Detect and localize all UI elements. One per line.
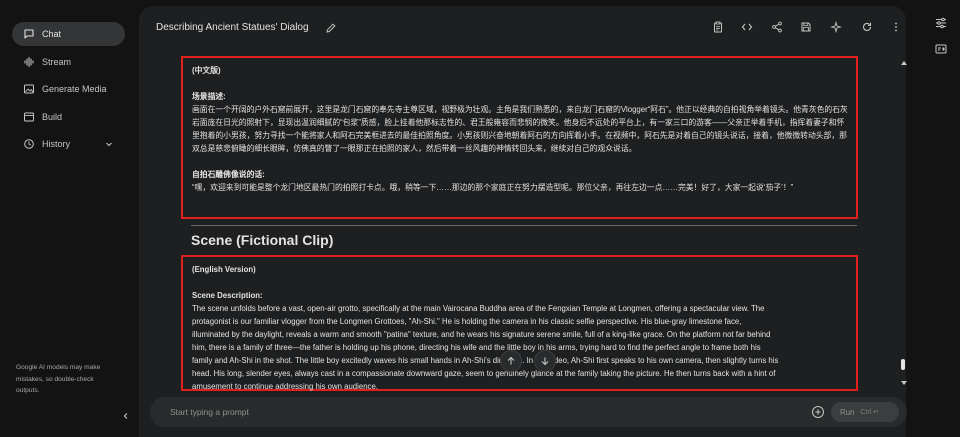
- get-code-button[interactable]: [740, 20, 754, 34]
- section-heading: Scene (Fictional Clip): [191, 232, 334, 248]
- sidebar-item-label: History: [42, 139, 71, 149]
- sidebar-item-history[interactable]: History: [12, 132, 125, 156]
- run-label: Run: [840, 407, 855, 417]
- pencil-icon: [326, 23, 336, 33]
- clipboard-button[interactable]: [711, 20, 725, 34]
- chevron-left-icon: [123, 413, 128, 419]
- refresh-icon: [863, 22, 872, 31]
- speech-label: 自拍石雕佛像说的话:: [192, 170, 265, 179]
- more-options-button[interactable]: [889, 20, 903, 34]
- clipboard-icon: [714, 21, 722, 33]
- triangle-up-icon: [901, 61, 907, 65]
- share-button[interactable]: [770, 20, 784, 34]
- scene-line: head. His long, slender eyes, always cas…: [192, 369, 776, 378]
- scene-line: illuminated by the daylight, reveals a w…: [192, 330, 771, 339]
- sidebar-item-stream[interactable]: Stream: [12, 50, 125, 74]
- scene-text: 画面在一个开阔的户外石窟前展开，这里是龙门石窟的奉先寺主尊区域，视野极为壮观。主…: [192, 105, 848, 153]
- sidebar-item-build[interactable]: Build: [12, 105, 125, 129]
- sidebar-item-label: Chat: [42, 29, 62, 39]
- more-vert-icon: [895, 22, 897, 32]
- version-label: (中文版): [192, 66, 221, 75]
- scene-line: amusement to continue addressing his own…: [192, 382, 378, 391]
- arrow-up-icon: [507, 356, 515, 365]
- scroll-down-button[interactable]: [899, 375, 909, 385]
- scene-line: him, there is a family of three—the fath…: [192, 343, 761, 352]
- sidebar-item-label: Generate Media: [42, 84, 107, 94]
- scene-line: protagonist is our familiar vlogger from…: [192, 317, 742, 326]
- compare-button[interactable]: [829, 20, 843, 34]
- save-button[interactable]: [799, 20, 813, 34]
- code-icon: [741, 23, 753, 31]
- build-icon: [23, 111, 35, 123]
- sparkle-icon: [830, 21, 842, 33]
- image-icon: [23, 83, 35, 95]
- chinese-version-block: (中文版) 场景描述: 画面在一个开阔的户外石窟前展开，这里是龙门石窟的奉先寺主…: [181, 56, 858, 219]
- run-button[interactable]: Run Ctrl ↵: [831, 402, 899, 422]
- run-settings-button[interactable]: [934, 16, 948, 30]
- english-version-block: (English Version) Scene Description: The…: [181, 255, 858, 391]
- sidebar-item-chat[interactable]: Chat: [12, 22, 125, 46]
- tune-icon: [936, 17, 946, 29]
- share-icon: [772, 21, 782, 33]
- scene-label: 场景描述:: [192, 92, 226, 101]
- chat-header: Describing Ancient Statues' Dialog: [139, 6, 906, 46]
- save-icon: [801, 22, 811, 32]
- version-label: (English Version): [192, 265, 256, 274]
- prompt-input[interactable]: [170, 403, 770, 421]
- main-panel: Describing Ancient Statues' Dialog (中文版)…: [139, 6, 909, 437]
- triangle-down-icon: [901, 381, 907, 385]
- sidebar-item-label: Stream: [42, 56, 72, 67]
- collapse-sidebar-button[interactable]: [118, 408, 134, 424]
- arrow-down-icon: [541, 357, 549, 366]
- chat-content: (中文版) 场景描述: 画面在一个开阔的户外石窟前展开，这里是龙门石窟的奉先寺主…: [139, 46, 906, 391]
- sidebar: Chat Stream Generate Media Build History…: [0, 0, 140, 437]
- run-shortcut: Ctrl ↵: [860, 409, 880, 416]
- add-attachment-button[interactable]: [811, 405, 825, 419]
- scrollbar-thumb[interactable]: [901, 359, 905, 370]
- sidebar-nav: Chat Stream Generate Media Build History: [12, 22, 125, 160]
- speech-text: “嘿，欢迎来到可能是整个龙门地区最热门的拍照打卡点。哦，稍等一下……那边的那个家…: [192, 183, 794, 192]
- sidebar-item-label: Build: [42, 111, 63, 122]
- scene-label: Scene Description:: [192, 291, 263, 300]
- edit-title-button[interactable]: [325, 21, 337, 33]
- app-window: Chat Stream Generate Media Build History…: [0, 0, 960, 437]
- panel-icon: [935, 44, 947, 54]
- divider: [191, 225, 857, 226]
- chat-icon: [23, 28, 35, 40]
- toggle-panel-button[interactable]: [934, 42, 948, 56]
- add-circle-icon: [812, 406, 824, 418]
- chevron-down-icon[interactable]: [105, 140, 113, 148]
- history-icon: [23, 138, 35, 150]
- page-title: Describing Ancient Statues' Dialog: [156, 22, 309, 33]
- scroll-to-bottom-button[interactable]: [534, 350, 556, 372]
- refresh-button[interactable]: [860, 20, 874, 34]
- prompt-bar: Run Ctrl ↵: [150, 397, 907, 427]
- scroll-to-top-button[interactable]: [500, 350, 522, 372]
- sidebar-item-generate-media[interactable]: Generate Media: [12, 77, 125, 101]
- stream-icon: [23, 56, 35, 68]
- scene-line: The scene unfolds before a vast, open-ai…: [192, 304, 765, 313]
- disclaimer-note: Google AI models may make mistakes, so d…: [16, 364, 101, 394]
- scroll-up-button[interactable]: [899, 55, 909, 65]
